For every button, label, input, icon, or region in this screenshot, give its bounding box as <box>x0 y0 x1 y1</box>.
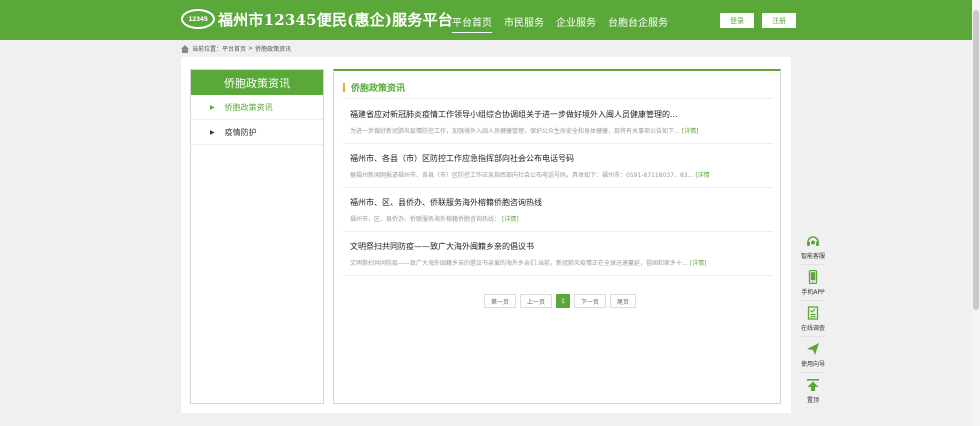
list-item: 福建省应对新冠肺炎疫情工作领导小组综合协调组关于进一步做好境外入闽人员健康管理的… <box>350 109 766 135</box>
article-title[interactable]: 福州市、区、县侨办、侨联服务海外榕籍侨胞咨询热线 <box>350 197 766 208</box>
site-logo[interactable]: 12345 <box>181 9 215 29</box>
title-accent-bar <box>343 83 345 92</box>
nav-home[interactable]: 平台首页 <box>452 14 492 33</box>
survey-icon <box>807 305 819 320</box>
last-page-button[interactable]: 尾页 <box>610 294 637 308</box>
article-summary: 为进一步做好新冠肺炎疫情防控工作，加强境外入闽人员健康管理，保护公众生命安全和身… <box>350 126 766 135</box>
divider <box>343 143 773 144</box>
sidebar-item-label: 疫情防护 <box>224 127 257 137</box>
nav-enterprise-services[interactable]: 企业服务 <box>556 14 596 33</box>
list-item: 文明祭扫共同防疫——致广大海外闽籍乡亲的倡议书 文明祭扫共同防疫——致广大海外闽… <box>350 241 766 267</box>
sidebar-item-label: 侨胞政策资讯 <box>224 102 273 112</box>
user-guide-button[interactable]: 使用向导 <box>796 337 830 372</box>
pagination: 第一页 上一页 1 下一页 尾页 <box>484 294 637 308</box>
article-title[interactable]: 福建省应对新冠肺炎疫情工作领导小组综合协调组关于进一步做好境外入闽人员健康管理的… <box>350 109 766 120</box>
divider <box>343 98 773 99</box>
next-page-button[interactable]: 下一页 <box>574 294 607 308</box>
floating-toolbar: 智能客服 手机APP 在线调查 使用向导 置顶 <box>796 229 830 408</box>
phone-icon <box>808 269 818 284</box>
detail-link[interactable]: [详情] <box>502 216 519 223</box>
breadcrumb: 当前位置： 平台首页 > 侨胞政策资讯 <box>181 44 291 53</box>
article-summary-text: 据福州新闻网报道福州市、各县（市）区防控工作应急指挥部向社会公布电话号码，具体如… <box>350 172 694 179</box>
float-label: 智能客服 <box>800 252 825 260</box>
divider <box>343 187 773 188</box>
back-to-top-button[interactable]: 置顶 <box>796 373 830 408</box>
home-icon <box>181 44 189 53</box>
divider <box>343 275 773 276</box>
first-page-button[interactable]: 第一页 <box>484 294 517 308</box>
article-summary: 文明祭扫共同防疫——致广大海外闽籍乡亲的倡议书亲爱的海外乡亲们:当前，新冠肺炎疫… <box>350 258 766 267</box>
article-title[interactable]: 文明祭扫共同防疫——致广大海外闽籍乡亲的倡议书 <box>350 241 766 252</box>
detail-link[interactable]: [详情] <box>682 128 699 135</box>
list-item: 福州市、各县（市）区防控工作应急指挥部向社会公布电话号码 据福州新闻网报道福州市… <box>350 153 766 179</box>
article-summary: 福州市、区、县侨办、侨联服务海外榕籍侨胞咨询热线： [详情] <box>350 214 766 223</box>
divider <box>343 231 773 232</box>
login-button[interactable]: 登录 <box>720 13 754 28</box>
breadcrumb-prefix: 当前位置： <box>192 46 223 53</box>
article-summary: 据福州新闻网报道福州市、各县（市）区防控工作应急指挥部向社会公布电话号码，具体如… <box>350 170 766 179</box>
sidebar-item-epidemic-protection[interactable]: ▶ 疫情防护 <box>191 120 323 145</box>
main-nav: 平台首页 市民服务 企业服务 台胞台企服务 <box>452 14 680 33</box>
content-title: 侨胞政策资讯 <box>343 81 405 94</box>
smart-service-button[interactable]: 智能客服 <box>796 229 830 264</box>
detail-link[interactable]: [详情 <box>695 172 709 179</box>
mobile-app-button[interactable]: 手机APP <box>796 265 830 300</box>
content-panel: 侨胞政策资讯 福建省应对新冠肺炎疫情工作领导小组综合协调组关于进一步做好境外入闽… <box>333 69 781 404</box>
float-label: 使用向导 <box>800 360 825 368</box>
current-page-button[interactable]: 1 <box>556 294 571 308</box>
register-button[interactable]: 注册 <box>762 13 796 28</box>
float-label: 手机APP <box>801 288 825 296</box>
page-scrollbar[interactable] <box>972 0 980 426</box>
paper-plane-icon <box>807 342 819 355</box>
article-summary-text: 文明祭扫共同防疫——致广大海外闽籍乡亲的倡议书亲爱的海外乡亲们:当前，新冠肺炎疫… <box>350 260 688 267</box>
float-label: 置顶 <box>806 396 819 404</box>
content-title-text: 侨胞政策资讯 <box>351 84 406 94</box>
nav-citizen-services[interactable]: 市民服务 <box>504 14 544 33</box>
site-title: 福州市12345便民(惠企)服务平台 <box>218 11 453 29</box>
article-title[interactable]: 福州市、各县（市）区防控工作应急指挥部向社会公布电话号码 <box>350 153 766 164</box>
detail-link[interactable]: [详情] <box>690 260 707 267</box>
breadcrumb-home-link[interactable]: 平台首页 <box>222 44 246 53</box>
article-summary-text: 福州市、区、县侨办、侨联服务海外榕籍侨胞咨询热线： <box>350 216 501 223</box>
arrow-up-top-icon <box>807 378 819 391</box>
list-item: 福州市、区、县侨办、侨联服务海外榕籍侨胞咨询热线 福州市、区、县侨办、侨联服务海… <box>350 197 766 223</box>
site-header: 12345 福州市12345便民(惠企)服务平台 平台首页 市民服务 企业服务 … <box>0 0 980 40</box>
sidebar: 侨胞政策资讯 ▶ 侨胞政策资讯 ▶ 疫情防护 <box>190 69 324 404</box>
sidebar-item-overseas-policy[interactable]: ▶ 侨胞政策资讯 <box>191 95 323 120</box>
float-label: 在线调查 <box>800 324 825 332</box>
bullet-arrow-icon: ▶ <box>210 103 215 111</box>
headset-icon <box>807 235 819 246</box>
breadcrumb-current[interactable]: 侨胞政策资讯 <box>255 44 291 53</box>
online-survey-button[interactable]: 在线调查 <box>796 301 830 336</box>
bullet-arrow-icon: ▶ <box>210 128 215 136</box>
prev-page-button[interactable]: 上一页 <box>520 294 553 308</box>
scrollbar-thumb[interactable] <box>973 10 979 310</box>
breadcrumb-separator: > <box>248 45 254 52</box>
sidebar-title: 侨胞政策资讯 <box>191 70 323 95</box>
article-summary-text: 为进一步做好新冠肺炎疫情防控工作，加强境外入闽人员健康管理，保护公众生命安全和身… <box>350 128 680 135</box>
nav-taiwan-services[interactable]: 台胞台企服务 <box>608 14 668 33</box>
